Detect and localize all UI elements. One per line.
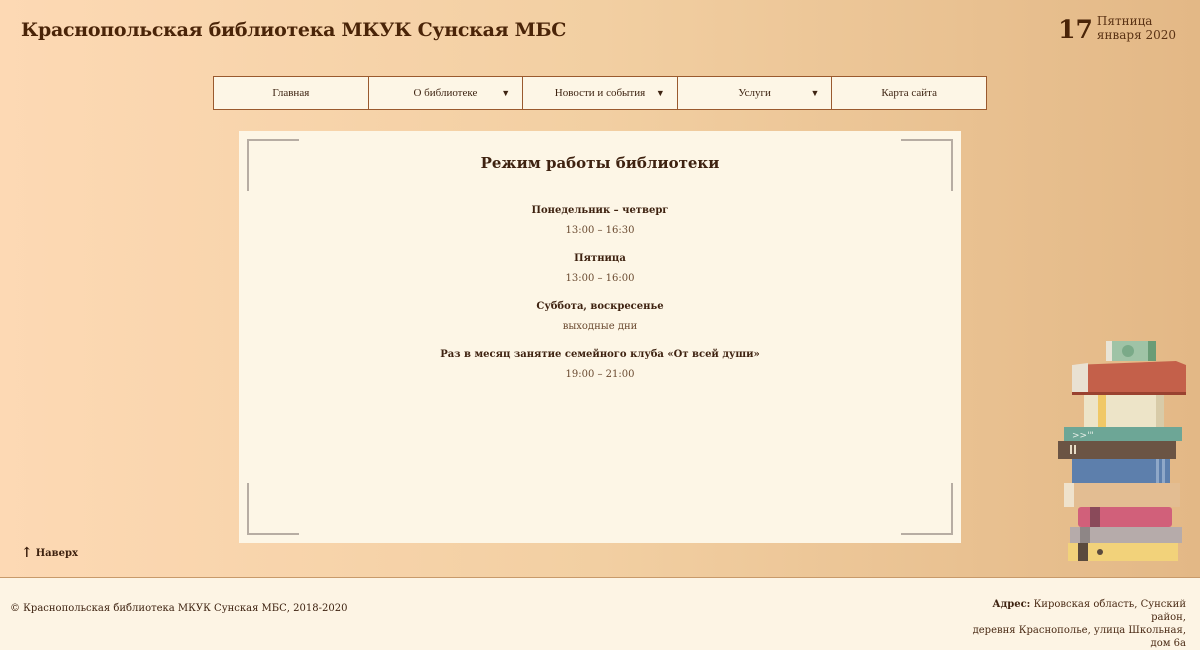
address-line1: Кировская область, Сунский район, [1033,599,1186,623]
corner-ornament [247,473,301,535]
address-label: Адрес: [992,599,1031,610]
date-display: 17 Пятница января 2020 [1058,14,1176,46]
dropdown-arrow-icon: ▼ [655,88,665,98]
schedule-list: Понедельник – четверг 13:00 – 16:30 Пятн… [239,203,961,395]
schedule-hours: 19:00 – 21:00 [565,369,635,380]
nav-item-label: Главная [272,87,310,99]
nav-item-home[interactable]: Главная [214,77,369,109]
arrow-up-icon: ↑ [21,545,33,561]
back-to-top-label: Наверх [35,547,78,559]
dropdown-arrow-icon: ▼ [501,88,511,98]
schedule-day: Суббота, воскресенье [536,301,664,312]
nav-item-about[interactable]: О библиотеке ▼ [369,77,524,109]
nav-item-label: Новости и события [554,87,646,99]
nav-item-news[interactable]: Новости и события ▼ [523,77,678,109]
date-day: 17 [1058,15,1093,44]
schedule-hours: 13:00 – 16:00 [565,273,635,284]
footer-copyright: © Краснопольская библиотека МКУК Сунская… [10,603,348,614]
schedule-day: Раз в месяц занятие семейного клуба «От … [440,349,760,360]
nav-item-sitemap[interactable]: Карта сайта [832,77,986,109]
site-title[interactable]: Краснопольская библиотека МКУК Сунская М… [21,19,566,41]
date-month-year: января 2020 [1096,28,1176,42]
svg-text:>>'": >>'" [1072,431,1094,441]
date-weekday: Пятница [1096,14,1153,28]
book-stack-illustration: >>'" [1058,341,1186,561]
schedule-day: Понедельник – четверг [531,205,669,216]
address-line2: деревня Краснополье, улица Школьная, дом… [972,625,1186,649]
schedule-hours: выходные дни [562,321,638,332]
date-text: Пятница января 2020 [1097,14,1176,42]
footer-address: Адрес: Кировская область, Сунский район,… [966,598,1186,650]
main-navigation: Главная О библиотеке ▼ Новости и события… [213,76,987,110]
schedule-day: Пятница [574,253,626,264]
nav-item-services[interactable]: Услуги ▼ [678,77,833,109]
back-to-top-link[interactable]: ↑ Наверх [21,545,78,561]
schedule-hours: 13:00 – 16:30 [565,225,635,236]
footer-divider [0,577,1200,578]
dropdown-arrow-icon: ▼ [810,88,820,98]
nav-item-label: Услуги [738,87,771,99]
content-panel: Режим работы библиотеки Понедельник – че… [239,131,961,543]
corner-ornament [899,473,953,535]
page-title: Режим работы библиотеки [480,154,720,172]
nav-item-label: Карта сайта [881,87,937,99]
nav-item-label: О библиотеке [413,87,478,99]
